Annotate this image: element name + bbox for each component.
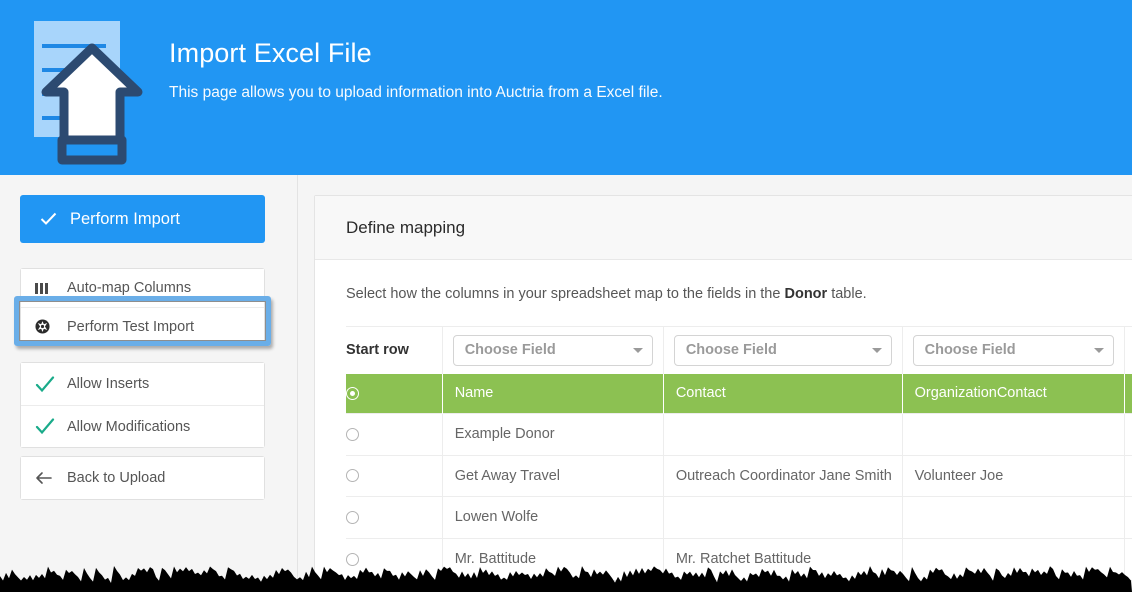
choose-field-value: Choose Field — [686, 342, 777, 358]
document-upload-icon — [20, 14, 165, 169]
sidebar-group-navigation: Back to Upload — [20, 456, 265, 500]
chevron-down-icon — [633, 348, 643, 353]
table-cell — [663, 497, 902, 539]
sidebar-group-options: Allow Inserts Allow Modifications — [20, 362, 265, 448]
table-row: Lowen Wolfe — [346, 497, 1132, 539]
start-row-label: Start row — [346, 342, 409, 358]
sidebar-item-label: Allow Inserts — [67, 376, 149, 392]
table-cell: Outreach Coordinator Jane Smith — [663, 455, 902, 497]
table-cell: Volunteer Joe — [902, 455, 1124, 497]
field-chooser-cell: Choose Field — [902, 327, 1124, 374]
start-row-radio-cell[interactable] — [346, 455, 442, 497]
intro-table-name: Donor — [784, 286, 827, 302]
sidebar-group-actions: Auto-map Columns Perform Test Import — [20, 268, 265, 346]
sidebar-item-auto-map-columns[interactable]: Auto-map Columns — [21, 269, 264, 307]
table-cell: Mr. Ratchet Battitude — [663, 538, 902, 580]
choose-field-select-organizationcontact[interactable]: Choose Field — [913, 335, 1114, 366]
table-row: Mr. Battitude Mr. Ratchet Battitude 77A … — [346, 538, 1132, 580]
panel-body: Select how the columns in your spreadshe… — [315, 260, 1132, 580]
column-header-cell: Contact — [663, 374, 902, 414]
page-title: Import Excel File — [169, 36, 663, 70]
choose-field-select-contact[interactable]: Choose Field — [674, 335, 892, 366]
table-cell — [1124, 497, 1132, 539]
table-cell — [1124, 414, 1132, 456]
sidebar-perform-import-button[interactable]: Perform Import — [20, 195, 265, 243]
check-icon — [40, 212, 57, 226]
table-row: Get Away Travel Outreach Coordinator Jan… — [346, 455, 1132, 497]
start-row-radio[interactable] — [346, 428, 359, 441]
table-cell: 1 Snow La — [1124, 455, 1132, 497]
intro-suffix: table. — [827, 286, 867, 302]
column-header-cell: OrganizationContact — [902, 374, 1124, 414]
start-row-header: Start row — [346, 327, 442, 374]
start-row-radio[interactable] — [346, 511, 359, 524]
import-excel-page: Import Excel File This page allows you t… — [0, 0, 1132, 592]
mapping-instructions: Select how the columns in your spreadshe… — [346, 286, 1132, 302]
start-row-radio[interactable] — [346, 553, 359, 566]
start-row-radio-cell[interactable] — [346, 414, 442, 456]
start-row-radio[interactable] — [346, 469, 359, 482]
table-cell: Get Away Travel — [442, 455, 663, 497]
page-header: Import Excel File This page allows you t… — [0, 0, 1132, 175]
table-cell — [902, 414, 1124, 456]
columns-icon — [35, 283, 57, 294]
panel-header: Define mapping — [315, 196, 1132, 260]
chevron-down-icon — [1094, 348, 1104, 353]
sidebar: Perform Import Auto-map Columns Perform … — [0, 175, 298, 592]
chevron-down-icon — [872, 348, 882, 353]
table-row: Example Donor — [346, 414, 1132, 456]
table-cell: 77A Creigh — [1124, 538, 1132, 580]
table-cell: Example Donor — [442, 414, 663, 456]
column-header-cell: Name — [442, 374, 663, 414]
cog-circle-icon — [35, 319, 57, 334]
sidebar-item-label: Perform Test Import — [67, 319, 194, 335]
header-text-block: Import Excel File This page allows you t… — [169, 36, 663, 104]
define-mapping-panel: Define mapping Select how the columns in… — [314, 195, 1132, 581]
column-header-cell: Address1 — [1124, 374, 1132, 414]
field-chooser-cell: Choose Field — [1124, 327, 1132, 374]
intro-prefix: Select how the columns in your spreadshe… — [346, 286, 784, 302]
table-cell — [663, 414, 902, 456]
check-teal-icon — [35, 418, 57, 435]
choose-field-select-name[interactable]: Choose Field — [453, 335, 653, 366]
table-cell — [902, 497, 1124, 539]
field-chooser-cell: Choose Field — [663, 327, 902, 374]
sidebar-item-label: Auto-map Columns — [67, 280, 191, 296]
page-subtitle: This page allows you to upload informati… — [169, 82, 663, 104]
start-row-radio-cell[interactable] — [346, 374, 442, 414]
start-row-radio-selected[interactable] — [346, 387, 359, 400]
panel-title: Define mapping — [346, 218, 465, 238]
table-cell: Mr. Battitude — [442, 538, 663, 580]
column-mapping-table: Start row Choose Field Choose Field — [346, 326, 1132, 580]
spreadsheet-header-row: Name Contact OrganizationContact Address… — [346, 374, 1132, 414]
sidebar-item-label: Allow Modifications — [67, 419, 190, 435]
choose-field-value: Choose Field — [925, 342, 1016, 358]
start-row-radio-cell[interactable] — [346, 538, 442, 580]
field-chooser-cell: Choose Field — [442, 327, 663, 374]
sidebar-perform-import-label: Perform Import — [70, 210, 180, 229]
sidebar-item-allow-inserts[interactable]: Allow Inserts — [21, 363, 264, 405]
sidebar-item-back-to-upload[interactable]: Back to Upload — [21, 457, 264, 499]
sidebar-item-allow-modifications[interactable]: Allow Modifications — [21, 405, 264, 447]
sidebar-item-label: Back to Upload — [67, 470, 165, 486]
field-chooser-row: Start row Choose Field Choose Field — [346, 327, 1132, 374]
sidebar-item-perform-test-import[interactable]: Perform Test Import — [21, 307, 264, 345]
choose-field-value: Choose Field — [465, 342, 556, 358]
check-teal-icon — [35, 376, 57, 393]
start-row-radio-cell[interactable] — [346, 497, 442, 539]
table-cell: Lowen Wolfe — [442, 497, 663, 539]
arrow-left-icon — [35, 471, 57, 485]
table-cell — [902, 538, 1124, 580]
